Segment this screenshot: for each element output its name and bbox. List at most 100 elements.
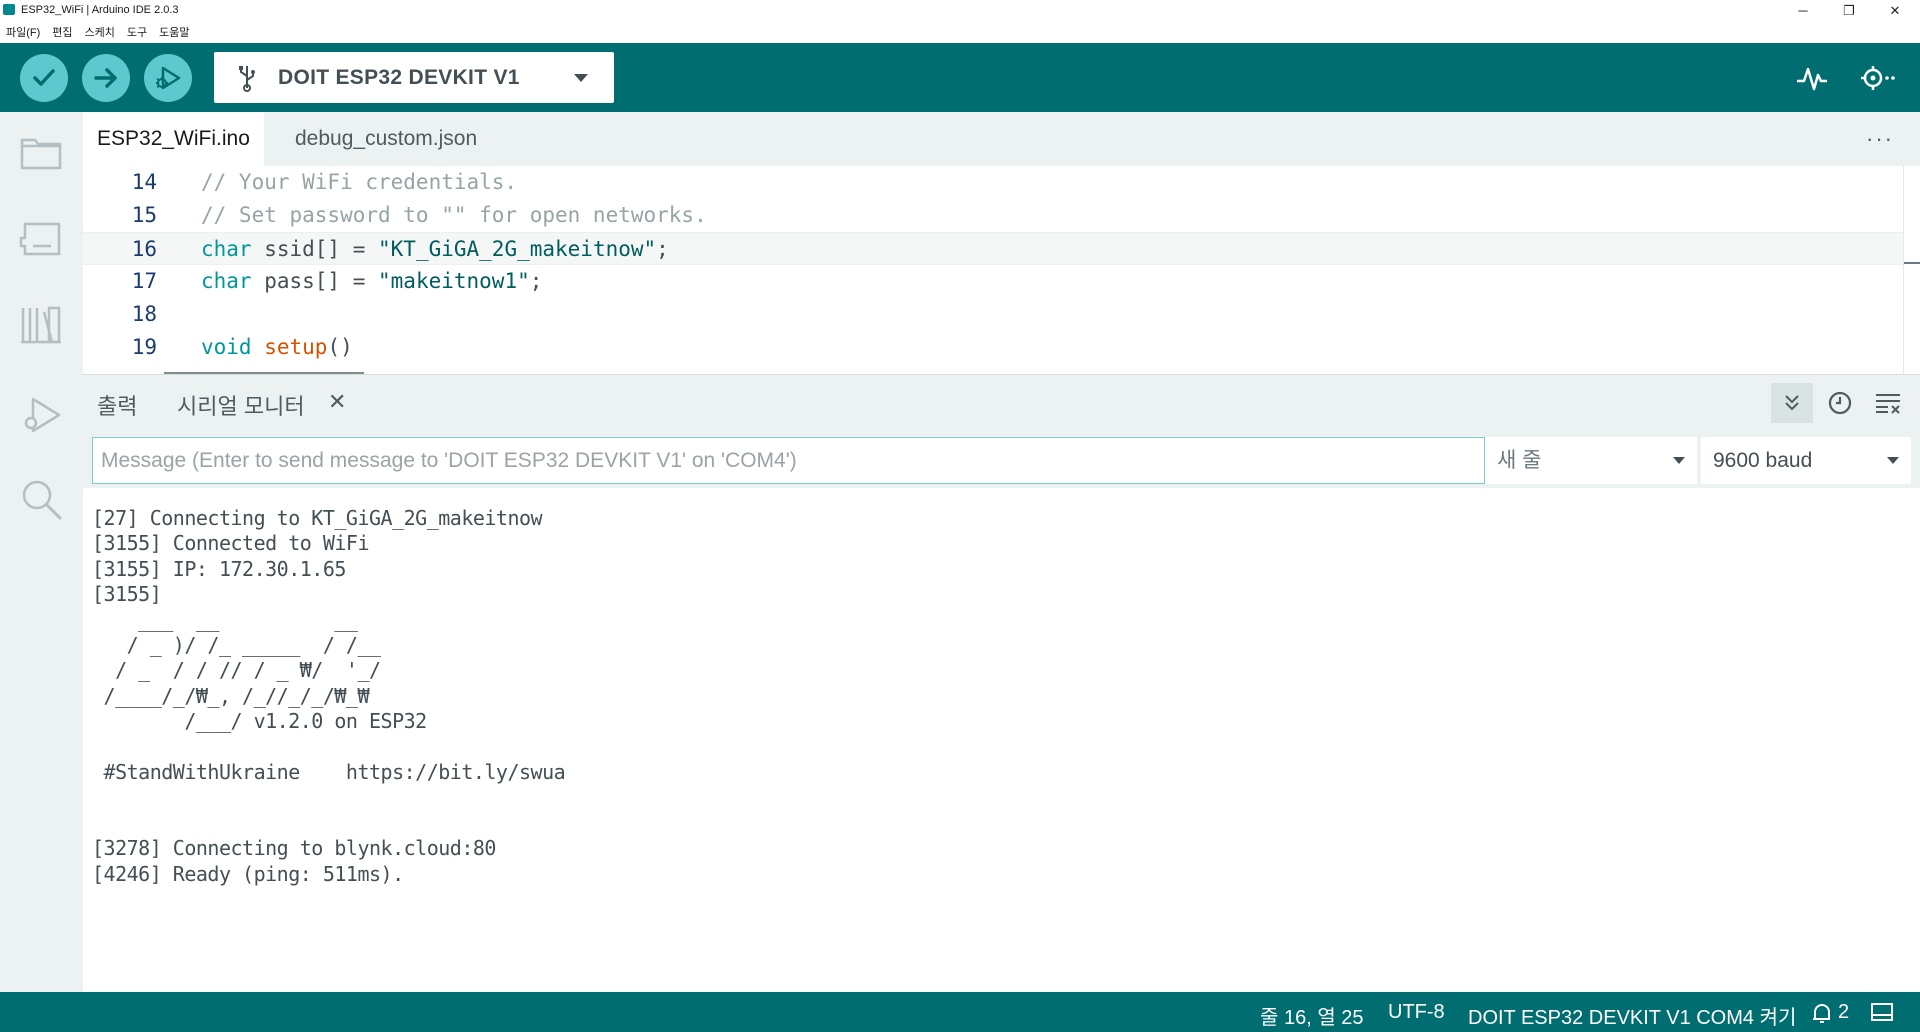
serial-monitor-button[interactable] <box>1855 61 1899 100</box>
serial-line: ___ __ __ <box>92 607 358 632</box>
serial-monitor-icon <box>1861 66 1895 90</box>
debug-icon <box>156 66 181 90</box>
serial-line: #StandWithUkraine https://bit.ly/swua <box>92 760 566 784</box>
menu-file[interactable]: 파일(F) <box>6 24 40 40</box>
clear-output-button[interactable] <box>1867 383 1909 423</box>
code-token: setup <box>264 335 328 359</box>
title-bar: ESP32_WiFi | Arduino IDE 2.0.3 ─ ❐ ✕ <box>0 0 1920 21</box>
code-token: void <box>201 335 252 359</box>
library-icon <box>21 306 61 344</box>
code-token: char <box>201 237 252 261</box>
board-selector[interactable]: DOIT ESP32 DEVKIT V1 <box>214 52 614 103</box>
code-token: pass[] = <box>251 269 379 293</box>
search-icon <box>22 480 62 520</box>
line-ending-value: 새 줄 <box>1497 449 1542 472</box>
editor-tabs: ESP32_WiFi.ino debug_custom.json ··· <box>83 112 1920 166</box>
restore-button[interactable]: ❐ <box>1826 0 1872 21</box>
code-token: "makeitnow1" <box>378 269 530 293</box>
code-token: "KT_GiGA_2G_makeitnow" <box>378 237 657 261</box>
code-editor[interactable]: 14 // Your WiFi credentials. 15 // Set pass… <box>83 166 1920 374</box>
serial-line: /____/_/₩_, /_//_/_/₩_₩ <box>92 683 370 708</box>
sidebar-search-button[interactable] <box>18 476 64 522</box>
panel-icon <box>1871 1003 1893 1021</box>
close-window-button[interactable]: ✕ <box>1872 0 1918 21</box>
board-name: DOIT ESP32 DEVKIT V1 <box>278 66 520 89</box>
line-ending-select[interactable]: 새 줄 <box>1485 437 1697 484</box>
clock-icon <box>1828 391 1852 415</box>
serial-line: /___/ v1.2.0 on ESP32 <box>92 709 427 734</box>
tab-label: debug_custom.json <box>295 127 478 150</box>
tab-debug-custom-json[interactable]: debug_custom.json <box>281 112 491 166</box>
close-icon: ✕ <box>1889 2 1901 18</box>
serial-line: [4246] Ready (ping: 511ms). <box>92 861 404 886</box>
verify-button[interactable] <box>20 54 68 102</box>
line-code: // Set password to "" for open networks. <box>201 199 707 232</box>
line-number: 14 <box>131 170 157 194</box>
sidebar <box>0 112 83 992</box>
serial-output[interactable]: [27] Connecting to KT_GiGA_2G_makeitnow[… <box>83 488 1920 992</box>
sidebar-boards-manager-button[interactable] <box>18 216 64 262</box>
line-number: 15 <box>131 203 157 227</box>
baud-rate-value: 9600 baud <box>1713 449 1813 472</box>
arrow-right-icon <box>94 68 117 88</box>
serial-plotter-button[interactable] <box>1795 61 1829 100</box>
line-code: char pass[] = "makeitnow1"; <box>201 265 542 298</box>
tab-output[interactable]: 출력 <box>97 389 137 421</box>
menu-bar: 파일(F) 편집 스케치 도구 도움말 <box>0 21 1920 43</box>
cursor-position[interactable]: 줄 16, 열 25 <box>1260 1001 1364 1030</box>
chevron-down-icon <box>574 74 588 82</box>
minimize-button[interactable]: ─ <box>1780 0 1826 21</box>
code-token: ; <box>656 237 669 261</box>
line-code: // Your WiFi credentials. <box>201 166 517 199</box>
line-number: 17 <box>131 269 157 293</box>
code-line[interactable]: 19 void setup() <box>83 331 1903 364</box>
sidebar-debug-button[interactable] <box>18 392 64 438</box>
file-encoding[interactable]: UTF-8 <box>1388 1001 1445 1024</box>
line-number: 18 <box>131 302 157 326</box>
check-icon <box>33 69 55 86</box>
serial-line: [3155] <box>92 582 162 607</box>
chevron-down-icon <box>1887 457 1899 464</box>
code-line[interactable]: 15 // Set password to "" for open network… <box>83 199 1903 232</box>
code-token: ssid[] = <box>251 237 379 261</box>
clear-icon <box>1876 394 1900 414</box>
code-line[interactable]: 16 char ssid[] = "KT_GiGA_2G_makeitnow"; <box>83 232 1903 265</box>
minimize-icon: ─ <box>1798 3 1808 18</box>
menu-tools[interactable]: 도구 <box>127 24 147 40</box>
debug-button[interactable] <box>144 54 192 102</box>
tab-label: ESP32_WiFi.ino <box>97 127 250 150</box>
close-icon[interactable]: ✕ <box>328 389 346 415</box>
menu-edit[interactable]: 편집 <box>52 24 72 40</box>
serial-message-input[interactable] <box>92 437 1485 484</box>
tab-esp32-wifi-ino[interactable]: ESP32_WiFi.ino <box>83 112 264 166</box>
line-code: void setup() <box>201 331 353 364</box>
sidebar-sketchbook-button[interactable] <box>18 130 64 176</box>
toggle-timestamp-button[interactable] <box>1819 383 1861 423</box>
sidebar-library-manager-button[interactable] <box>18 302 64 348</box>
scroll-position-marker[interactable] <box>1904 262 1920 264</box>
menu-help[interactable]: 도움말 <box>159 24 189 40</box>
tab-serial-monitor[interactable]: 시리얼 모니터 <box>177 389 305 421</box>
code-line[interactable]: 17 char pass[] = "makeitnow1"; <box>83 265 1903 298</box>
overview-ruler <box>1903 166 1904 374</box>
notifications-button[interactable]: 2 <box>1810 1001 1849 1024</box>
toolbar: DOIT ESP32 DEVKIT V1 <box>0 43 1920 112</box>
more-icon[interactable]: ··· <box>1866 126 1894 152</box>
serial-line: / _ / / // / _ ₩/ '_/ <box>92 658 381 683</box>
board-port-status[interactable]: DOIT ESP32 DEVKIT V1 COM4 켜기 <box>1468 1001 1796 1030</box>
upload-button[interactable] <box>82 54 130 102</box>
line-number: 16 <box>131 237 157 261</box>
toggle-panel-button[interactable] <box>1870 1001 1894 1029</box>
notification-count: 2 <box>1838 1001 1850 1023</box>
code-line[interactable]: 14 // Your WiFi credentials. <box>83 166 1903 199</box>
code-token: // Your WiFi credentials. <box>201 170 518 194</box>
debug-icon <box>24 397 61 433</box>
toggle-autoscroll-button[interactable] <box>1771 383 1813 423</box>
menu-sketch[interactable]: 스케치 <box>85 24 115 40</box>
status-bar: 줄 16, 열 25 UTF-8 DOIT ESP32 DEVKIT V1 CO… <box>0 992 1920 1032</box>
chevron-down-icon <box>1673 457 1685 464</box>
baud-rate-select[interactable]: 9600 baud <box>1701 437 1911 484</box>
code-line[interactable]: 18 <box>83 298 1903 331</box>
line-number: 19 <box>131 335 157 359</box>
